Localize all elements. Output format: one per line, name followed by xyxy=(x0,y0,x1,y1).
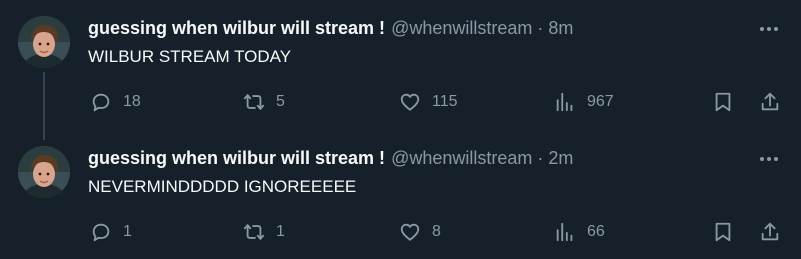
share-upload-icon xyxy=(761,222,779,241)
heart-icon xyxy=(400,93,420,111)
reply-count: 18 xyxy=(123,93,141,110)
views-button[interactable]: 967 xyxy=(554,88,614,116)
timestamp[interactable]: 2m xyxy=(548,148,573,169)
like-button[interactable]: 115 xyxy=(399,88,458,116)
share-upload-icon xyxy=(761,92,779,111)
like-count: 8 xyxy=(432,223,441,240)
views-button[interactable]: 66 xyxy=(554,218,605,246)
like-button[interactable]: 8 xyxy=(399,218,441,246)
bookmark-icon xyxy=(715,92,731,112)
view-count: 66 xyxy=(587,223,605,240)
user-handle[interactable]: @whenwillstream xyxy=(391,18,532,39)
more-horizontal-icon xyxy=(760,27,778,31)
bookmark-button[interactable] xyxy=(712,218,734,246)
display-name[interactable]: guessing when wilbur will stream ! xyxy=(88,18,385,39)
reply-count: 1 xyxy=(123,223,132,240)
share-button[interactable] xyxy=(759,218,781,246)
tweet[interactable]: guessing when wilbur will stream ! @when… xyxy=(0,130,801,259)
separator-dot: · xyxy=(537,17,544,38)
tweet-text: NEVERMINDDDDD IGNOREEEEE xyxy=(88,177,357,196)
tweet-actions: 1 1 8 66 xyxy=(0,218,801,246)
more-horizontal-icon xyxy=(760,157,778,161)
retweet-count: 1 xyxy=(276,223,285,240)
tweet-actions: 18 5 115 967 xyxy=(0,88,801,116)
bar-chart-icon xyxy=(556,222,573,242)
tweet[interactable]: guessing when wilbur will stream ! @when… xyxy=(0,0,801,140)
retweet-arrows-icon xyxy=(243,94,265,110)
speech-bubble-icon xyxy=(92,93,110,112)
retweet-count: 5 xyxy=(276,93,285,110)
user-handle[interactable]: @whenwillstream xyxy=(391,148,532,169)
retweet-button[interactable]: 5 xyxy=(243,88,285,116)
tweet-header: guessing when wilbur will stream ! @when… xyxy=(88,16,573,40)
tweet-text: WILBUR STREAM TODAY xyxy=(88,47,292,66)
speech-bubble-icon xyxy=(92,223,110,242)
more-options-button[interactable] xyxy=(756,148,782,170)
reply-button[interactable]: 1 xyxy=(90,218,132,246)
share-button[interactable] xyxy=(759,88,781,116)
more-options-button[interactable] xyxy=(756,18,782,40)
reply-button[interactable]: 18 xyxy=(90,88,141,116)
heart-icon xyxy=(400,223,420,241)
retweet-arrows-icon xyxy=(243,224,265,240)
avatar[interactable] xyxy=(18,16,70,68)
avatar[interactable] xyxy=(18,146,70,198)
display-name[interactable]: guessing when wilbur will stream ! xyxy=(88,148,385,169)
timestamp[interactable]: 8m xyxy=(548,18,573,39)
like-count: 115 xyxy=(432,93,458,110)
tweet-header: guessing when wilbur will stream ! @when… xyxy=(88,146,573,170)
bookmark-icon xyxy=(715,222,731,242)
separator-dot: · xyxy=(537,147,544,168)
bookmark-button[interactable] xyxy=(712,88,734,116)
retweet-button[interactable]: 1 xyxy=(243,218,285,246)
bar-chart-icon xyxy=(556,92,573,112)
view-count: 967 xyxy=(587,93,614,110)
